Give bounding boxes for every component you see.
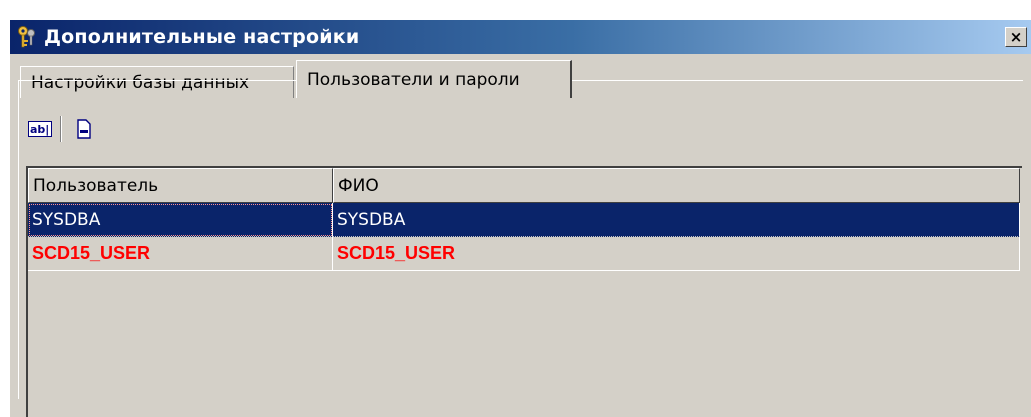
title-bar[interactable]: Дополнительные настройки ×	[10, 20, 1031, 54]
close-button[interactable]: ×	[1005, 27, 1027, 47]
table-row[interactable]: SCD15_USER SCD15_USER	[28, 237, 1022, 271]
edit-user-button[interactable]: ab|	[26, 115, 54, 143]
cell-user[interactable]: SYSDBA	[28, 203, 333, 237]
keys-icon	[18, 26, 35, 48]
users-grid[interactable]: Пользователь ФИО SYSDBA SYSDBA SCD15_USE…	[26, 166, 1022, 417]
minus-document-icon	[77, 119, 91, 139]
toolbar-separator	[60, 116, 62, 142]
remove-user-button[interactable]	[70, 115, 98, 143]
grid-header: Пользователь ФИО	[28, 168, 1022, 203]
window-title: Дополнительные настройки	[44, 26, 360, 48]
column-header-fio[interactable]: ФИО	[333, 168, 1020, 203]
cell-user[interactable]: SCD15_USER	[28, 237, 333, 271]
tab-label: Пользователи и пароли	[307, 69, 520, 90]
close-icon: ×	[1009, 27, 1023, 46]
ab-edit-icon: ab|	[28, 121, 52, 137]
table-row[interactable]: SYSDBA SYSDBA	[28, 203, 1022, 237]
column-header-user[interactable]: Пользователь	[28, 168, 333, 203]
cell-fio[interactable]: SCD15_USER	[333, 237, 1020, 271]
ab-icon-text: ab|	[30, 123, 49, 136]
tab-users-passwords[interactable]: Пользователи и пароли	[296, 60, 572, 98]
toolbar: ab|	[26, 114, 98, 144]
cell-fio[interactable]: SYSDBA	[333, 203, 1020, 237]
